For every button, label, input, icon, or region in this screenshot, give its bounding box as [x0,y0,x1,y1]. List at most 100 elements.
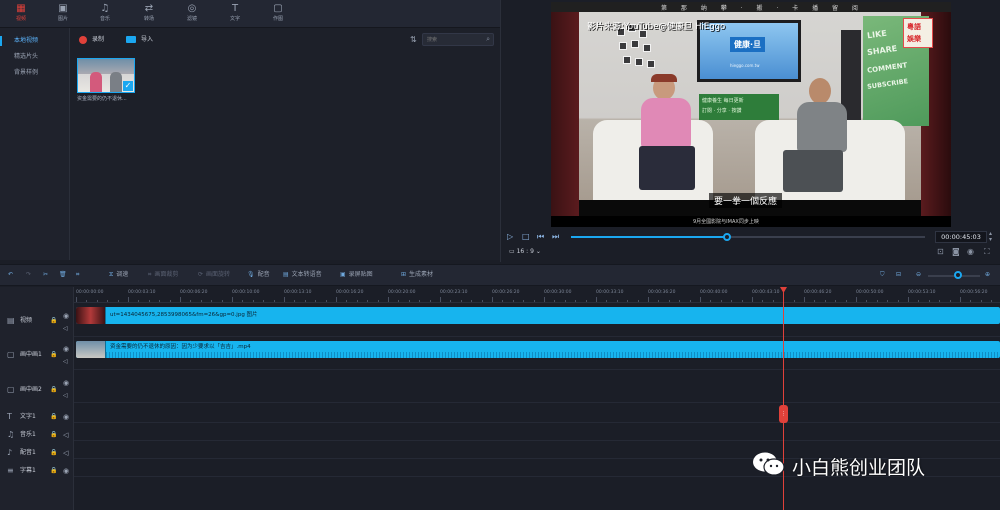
lock-icon[interactable]: 🔒 [50,466,57,476]
timeline-zoom-handle[interactable] [954,271,962,279]
speaker-icon[interactable]: ◁ [63,448,68,458]
lock-icon[interactable]: 🔒 [50,430,57,440]
video-preview-frame[interactable]: 第 那 纳 攀 · 搬 · 卡 播 留 阅 LIKE SHARE COMMENT… [551,2,951,227]
ruler-tick [752,297,753,302]
ruler-tick [627,300,629,302]
speaker-icon[interactable]: ◁ [63,391,68,401]
toolbar-video-button[interactable]: ▦ 视频 [3,3,39,27]
track-header-caption1: ≡ 字幕1 🔒 ◉ [7,466,70,476]
track-divider [74,402,1000,403]
media-thumbnail[interactable]: ✓ [77,58,135,93]
ruler-tick [845,300,847,302]
speaker-icon[interactable]: ◁ [63,357,68,367]
search-box[interactable]: ⌕ [422,33,494,46]
crop-button[interactable]: ⌗ 画面裁剪 [148,270,178,280]
timecode-spinner-icon[interactable]: ▴ ▾ [989,231,992,243]
speaker-icon[interactable]: ◁ [63,430,68,440]
selected-check-icon[interactable]: ✓ [123,81,133,91]
ruler-tick [502,300,504,302]
record-button[interactable]: 录制 [79,34,104,46]
ruler-tick [939,300,941,302]
fullscreen-icon[interactable]: ⛶ [984,247,990,257]
monitor-icon: ▭ [509,248,515,255]
delete-icon[interactable]: 🗑 [59,270,70,280]
timecode-display[interactable]: 00:00:45:03 [935,231,987,243]
screen-sticker-button[interactable]: ▣ 录屏贴图 [340,270,373,280]
search-input[interactable] [427,34,477,45]
next-frame-icon[interactable]: ⏭ [552,232,559,242]
ruler-tick [970,300,972,302]
lock-icon[interactable]: 🔒 [50,412,57,422]
ruler-tick [512,300,514,302]
fit-timeline-icon[interactable]: ⊟ [896,270,904,280]
toolbar-image-button[interactable]: ▣ 图片 [45,3,81,27]
lock-icon[interactable]: 🔒 [50,316,57,326]
undo-icon[interactable]: ↶ [8,270,16,280]
ruler-tick [200,300,202,302]
toolbar-transition-button[interactable]: ⇄ 转场 [131,3,167,27]
lock-icon[interactable]: 🔒 [50,350,57,360]
toolbar-filter-button[interactable]: ◎ 滤镜 [174,3,210,27]
aspect-ratio-select[interactable]: ▭ 16 : 9 ⌄ [509,247,541,257]
prev-frame-icon[interactable]: ⏮ [537,232,544,242]
ruler-tick [960,297,961,302]
zoom-out-icon[interactable]: ⊖ [916,270,924,280]
toolbar-text-button[interactable]: T 文字 [217,3,253,27]
playhead-marker[interactable]: ⋮ [779,405,788,423]
lock-icon[interactable]: 🔒 [50,385,57,395]
ruler-tick [856,297,857,302]
voiceover-button[interactable]: 🎙 配音 [247,270,270,280]
snapshot-icon[interactable]: ⊡ [937,247,944,257]
shield-icon[interactable]: ⛉ [880,270,888,280]
eye-icon[interactable]: ◉ [63,466,69,476]
nav-item-background-samples[interactable]: 背景样例 [0,66,70,80]
camera-icon[interactable]: ◙ [952,247,960,257]
top-toolbar: ▦ 视频 ▣ 图片 ♫ 音乐 ⇄ 转场 ◎ 滤镜 T 文字 ▢ 作图 [0,0,500,28]
toolbar-music-button[interactable]: ♫ 音乐 [87,3,123,27]
ruler-tick [377,300,379,302]
track-header-pip2: ▢ 画中画2 🔒 ◉ ◁ [7,378,70,401]
timeline-ruler[interactable]: 00:00:00:00 00:00:03:10 00:00:06:20 00:00:1… [74,287,1000,303]
eye-icon[interactable]: ◉ [63,412,69,422]
ruler-tick [980,300,982,302]
record-icon [79,35,87,44]
redo-icon[interactable]: ↷ [26,270,34,280]
speaker-icon[interactable]: ◁ [63,324,68,334]
video-clip[interactable]: ut=1434045675,2853998065&fm=26&gp=0.jpg … [76,307,1000,324]
toolbar-draw-button[interactable]: ▢ 作图 [260,3,296,27]
playback-progress-bar[interactable] [571,233,925,241]
stop-icon[interactable]: □ [522,232,530,242]
zoom-in-icon[interactable]: ⊕ [985,270,993,280]
frame-person-right [777,78,857,198]
nav-item-featured-intro[interactable]: 精选片头 [0,50,70,64]
playhead-line[interactable] [783,290,784,510]
ruler-tick [637,300,639,302]
ruler-tick [148,300,150,302]
ruler-tick [762,300,764,302]
track-header-text1: T 文字1 🔒 ◉ [7,412,70,422]
playback-progress-handle[interactable] [722,233,731,241]
preview-panel: 第 那 纳 攀 · 搬 · 卡 播 留 阅 LIKE SHARE COMMENT… [500,0,1000,262]
ruler-tick [658,300,660,302]
rotate-button[interactable]: ⟳ 画面旋转 [198,270,230,280]
text-to-speech-button[interactable]: ▤ 文本转语音 [283,270,322,280]
eye-icon[interactable]: ◉ [63,378,69,388]
sort-filter-icon[interactable]: ⇅ [410,35,417,44]
track-header-music1: ♫ 音乐1 🔒 ◁ [7,430,69,440]
volume-icon[interactable]: ◉ [967,247,974,257]
split-icon[interactable]: ✂ [43,270,51,280]
track-divider [74,336,1000,337]
crop-tool-icon[interactable]: ⌗ [76,270,82,280]
speed-button[interactable]: ⧖ 调速 [109,270,128,280]
filter-icon: ◎ [187,3,197,14]
eye-icon[interactable]: ◉ [63,344,69,354]
play-icon[interactable]: ▷ [507,232,513,242]
nav-item-local-video[interactable]: 本地视频 [0,34,70,48]
thumb-person-figure [90,72,102,92]
lock-icon[interactable]: 🔒 [50,448,57,458]
eye-icon[interactable]: ◉ [63,311,69,321]
pip-clip[interactable]: 资金需要的仍不退休的原因：因为少要求以「吉吉」.mp4 [76,341,1000,358]
search-icon[interactable]: ⌕ [486,35,490,44]
generate-material-button[interactable]: ⊞ 生成素材 [401,270,433,280]
import-button[interactable]: 导入 [126,34,153,46]
